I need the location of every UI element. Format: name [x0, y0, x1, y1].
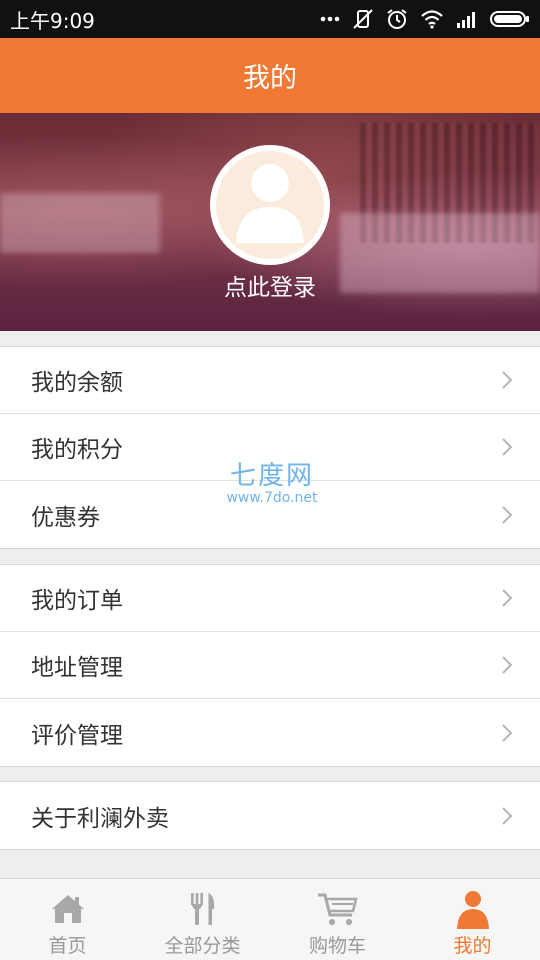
chevron-right-icon: [502, 589, 513, 607]
menu-item-orders[interactable]: 我的订单: [0, 565, 540, 632]
page-title: 我的: [243, 63, 297, 94]
status-icons: [320, 8, 530, 30]
menu-group-account: 我的余额 我的积分 优惠券: [0, 346, 540, 549]
profile-banner: 点此登录: [0, 113, 540, 331]
signal-icon: [457, 12, 475, 28]
status-time: 上午9:09: [10, 8, 95, 33]
wifi-icon: [421, 10, 443, 29]
mute-icon: [353, 9, 373, 29]
user-avatar-icon: [216, 151, 324, 259]
nav-item-cart[interactable]: 购物车: [270, 879, 405, 960]
nav-label: 我的: [453, 935, 492, 957]
status-bar: 上午9:09: [0, 0, 540, 38]
login-link[interactable]: 点此登录: [0, 268, 540, 302]
menu-item-label: 关于利澜外卖: [31, 805, 169, 832]
nav-item-mine[interactable]: 我的: [405, 879, 540, 960]
chevron-right-icon: [502, 656, 513, 674]
menu-item-label: 评价管理: [31, 722, 123, 749]
nav-label: 首页: [48, 935, 87, 957]
avatar[interactable]: [210, 145, 330, 265]
chevron-right-icon: [502, 806, 513, 825]
menu-item-label: 我的余额: [31, 370, 123, 396]
utensils-icon: [190, 893, 214, 925]
chevron-right-icon: [502, 723, 513, 742]
nav-label: 全部分类: [164, 935, 241, 957]
more-dots-icon: [320, 16, 340, 22]
nav-label: 购物车: [308, 935, 366, 957]
nav-item-categories[interactable]: 全部分类: [135, 879, 270, 960]
chevron-right-icon: [502, 438, 513, 456]
person-icon: [456, 891, 489, 929]
menu-group-about: 关于利澜外卖: [0, 781, 540, 850]
menu-item-label: 我的积分: [31, 437, 123, 463]
battery-icon: [490, 11, 529, 27]
chevron-right-icon: [502, 505, 513, 524]
menu-item-label: 地址管理: [31, 655, 123, 681]
nav-item-home[interactable]: 首页: [0, 879, 135, 960]
cart-icon: [317, 893, 358, 925]
menu-item-coupons[interactable]: 优惠券: [0, 481, 540, 548]
chevron-right-icon: [502, 371, 513, 389]
menu-item-label: 我的订单: [31, 588, 123, 614]
alarm-icon: [387, 9, 407, 29]
bottom-nav: 首页 全部分类 购物车 我的: [0, 878, 540, 960]
home-icon: [51, 895, 84, 923]
menu-item-about[interactable]: 关于利澜外卖: [0, 782, 540, 849]
header: 我的: [0, 38, 540, 113]
menu-item-addresses[interactable]: 地址管理: [0, 632, 540, 699]
menu-item-label: 优惠券: [31, 504, 100, 531]
menu-group-orders: 我的订单 地址管理 评价管理: [0, 564, 540, 767]
menu-item-points[interactable]: 我的积分: [0, 414, 540, 481]
menu-item-reviews[interactable]: 评价管理: [0, 699, 540, 766]
banner-background-decor: [0, 193, 160, 253]
menu-item-balance[interactable]: 我的余额: [0, 347, 540, 414]
